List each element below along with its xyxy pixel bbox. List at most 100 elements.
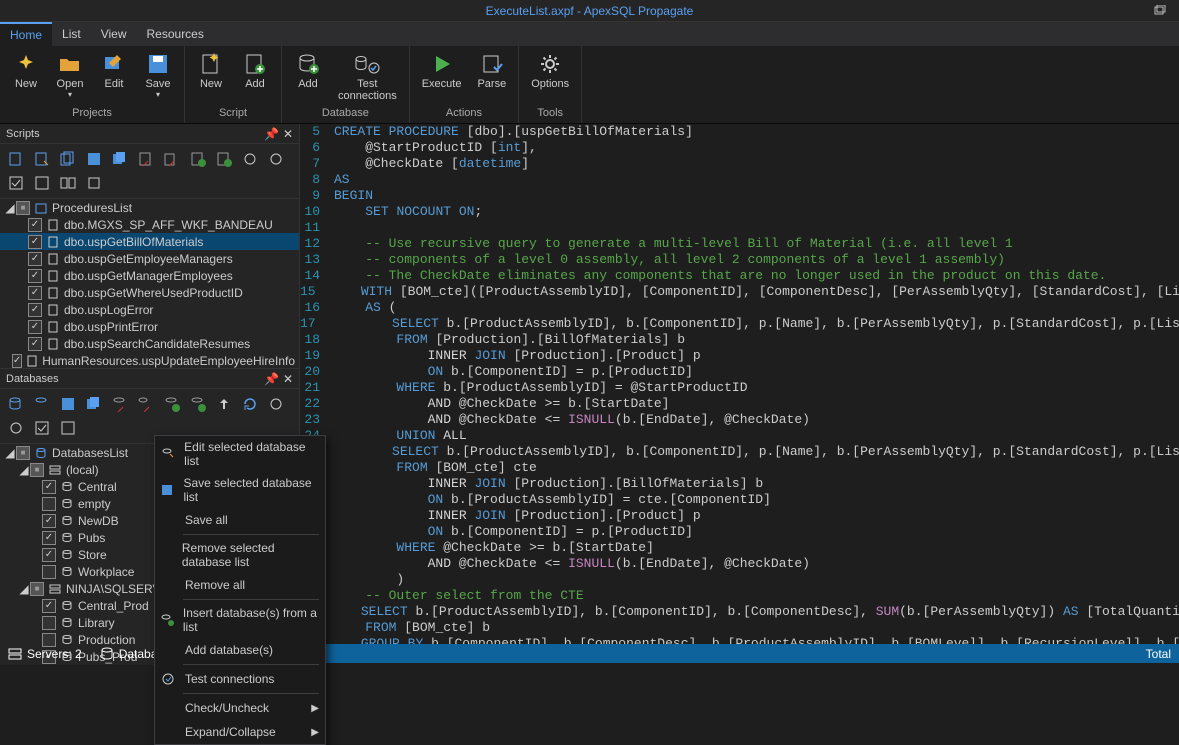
dbtn-7[interactable] (160, 393, 184, 415)
new-script-button[interactable]: New (189, 48, 233, 107)
tree-item[interactable]: dbo.uspSearchCandidateResumes (0, 335, 299, 352)
code-line[interactable]: 24 UNION ALL (300, 428, 1179, 444)
code-line[interactable]: 33 ) (300, 572, 1179, 588)
code-line[interactable]: 21 WHERE b.[ProductAssemblyID] = @StartP… (300, 380, 1179, 396)
tree-item[interactable]: dbo.uspGetWhereUsedProductID (0, 284, 299, 301)
new-project-button[interactable]: New (4, 48, 48, 107)
code-line[interactable]: 10 SET NOCOUNT ON; (300, 204, 1179, 220)
tree-item[interactable]: dbo.MGXS_SP_AFF_WKF_BANDEAU (0, 216, 299, 233)
code-line[interactable]: 36 FROM [BOM_cte] b (300, 620, 1179, 636)
tree-item[interactable]: dbo.uspPrintError (0, 318, 299, 335)
close-icon[interactable]: ✕ (283, 372, 293, 386)
tbtn-2[interactable] (30, 148, 54, 170)
dbtn-13[interactable] (30, 417, 54, 439)
dbtn-11[interactable] (264, 393, 288, 415)
tree-item[interactable]: dbo.uspGetBillOfMaterials (0, 233, 299, 250)
tree-root[interactable]: ◢ProceduresList (0, 199, 299, 216)
ctx-add[interactable]: Add database(s) (155, 638, 325, 662)
add-database-button[interactable]: Add (286, 48, 330, 107)
menu-home[interactable]: Home (0, 22, 52, 46)
code-line[interactable]: 22 AND @CheckDate >= b.[StartDate] (300, 396, 1179, 412)
code-editor[interactable]: 5CREATE PROCEDURE [dbo].[uspGetBillOfMat… (300, 124, 1179, 644)
ctx-expand[interactable]: Expand/Collapse▶ (155, 720, 325, 744)
tree-item[interactable]: dbo.uspGetManagerEmployees (0, 267, 299, 284)
code-line[interactable]: 30 ON b.[ComponentID] = p.[ProductID] (300, 524, 1179, 540)
code-line[interactable]: 37 GROUP BY b.[ComponentID], b.[Componen… (300, 636, 1179, 644)
tree-item[interactable]: HumanResources.uspUpdateEmployeeHireInfo (0, 352, 299, 368)
code-line[interactable]: 20 ON b.[ComponentID] = p.[ProductID] (300, 364, 1179, 380)
code-line[interactable]: 23 AND @CheckDate <= ISNULL(b.[EndDate],… (300, 412, 1179, 428)
code-line[interactable]: 15 WITH [BOM_cte]([ProductAssemblyID], [… (300, 284, 1179, 300)
tbtn-13[interactable] (30, 172, 54, 194)
code-line[interactable]: 11 (300, 220, 1179, 236)
code-line[interactable]: 28 ON b.[ProductAssemblyID] = cte.[Compo… (300, 492, 1179, 508)
tbtn-3[interactable] (56, 148, 80, 170)
parse-button[interactable]: Parse (469, 48, 514, 107)
dbtn-1[interactable] (4, 393, 28, 415)
dbtn-5[interactable] (108, 393, 132, 415)
tbtn-10[interactable] (238, 148, 262, 170)
menu-resources[interactable]: Resources (137, 22, 214, 46)
code-line[interactable]: 7 @CheckDate [datetime] (300, 156, 1179, 172)
dbtn-12[interactable] (4, 417, 28, 439)
tree-item[interactable]: dbo.uspLogError (0, 301, 299, 318)
test-connections-button[interactable]: Test connections (330, 48, 405, 107)
code-line[interactable]: 25 SELECT b.[ProductAssemblyID], b.[Comp… (300, 444, 1179, 460)
dbtn-6[interactable] (134, 393, 158, 415)
dbtn-2[interactable] (30, 393, 54, 415)
tbtn-12[interactable] (4, 172, 28, 194)
ctx-insert[interactable]: Insert database(s) from a list (155, 602, 325, 638)
code-line[interactable]: 29 INNER JOIN [Production].[Product] p (300, 508, 1179, 524)
tbtn-5[interactable] (108, 148, 132, 170)
tbtn-9[interactable] (212, 148, 236, 170)
tbtn-15[interactable] (82, 172, 106, 194)
code-line[interactable]: 32 AND @CheckDate <= ISNULL(b.[EndDate],… (300, 556, 1179, 572)
window-controls[interactable] (1153, 5, 1167, 17)
execute-button[interactable]: Execute (414, 48, 470, 107)
code-line[interactable]: 19 INNER JOIN [Production].[Product] p (300, 348, 1179, 364)
restore-icon[interactable] (1153, 5, 1167, 17)
dbtn-8[interactable] (186, 393, 210, 415)
ctx-save[interactable]: Save selected database list (155, 472, 325, 508)
dbtn-4[interactable] (82, 393, 106, 415)
code-line[interactable]: 18 FROM [Production].[BillOfMaterials] b (300, 332, 1179, 348)
pin-icon[interactable]: 📌 (264, 372, 279, 386)
menu-list[interactable]: List (52, 22, 91, 46)
tbtn-4[interactable] (82, 148, 106, 170)
ctx-removeall[interactable]: Remove all (155, 573, 325, 597)
code-line[interactable]: 9BEGIN (300, 188, 1179, 204)
code-line[interactable]: 6 @StartProductID [int], (300, 140, 1179, 156)
tbtn-11[interactable] (264, 148, 288, 170)
code-line[interactable]: 16 AS ( (300, 300, 1179, 316)
code-line[interactable]: 13 -- components of a level 0 assembly, … (300, 252, 1179, 268)
dbtn-3[interactable] (56, 393, 80, 415)
code-line[interactable]: 8AS (300, 172, 1179, 188)
code-line[interactable]: 14 -- The CheckDate eliminates any compo… (300, 268, 1179, 284)
ctx-check[interactable]: Check/Uncheck▶ (155, 696, 325, 720)
ctx-saveall[interactable]: Save all (155, 508, 325, 532)
ctx-edit[interactable]: Edit selected database list (155, 436, 325, 472)
code-line[interactable]: 27 INNER JOIN [Production].[BillOfMateri… (300, 476, 1179, 492)
code-line[interactable]: 34 -- Outer select from the CTE (300, 588, 1179, 604)
add-script-button[interactable]: Add (233, 48, 277, 107)
scripts-tree[interactable]: ◢ProceduresListdbo.MGXS_SP_AFF_WKF_BANDE… (0, 199, 299, 368)
pin-icon[interactable]: 📌 (264, 127, 279, 141)
code-line[interactable]: 17 SELECT b.[ProductAssemblyID], b.[Comp… (300, 316, 1179, 332)
dbtn-9[interactable] (212, 393, 236, 415)
tbtn-8[interactable] (186, 148, 210, 170)
dbtn-refresh[interactable] (238, 393, 262, 415)
ctx-test[interactable]: Test connections (155, 667, 325, 691)
tbtn-14[interactable] (56, 172, 80, 194)
dbtn-14[interactable] (56, 417, 80, 439)
tbtn-6[interactable] (134, 148, 158, 170)
tbtn-1[interactable] (4, 148, 28, 170)
menu-view[interactable]: View (91, 22, 137, 46)
edit-project-button[interactable]: Edit (92, 48, 136, 107)
code-line[interactable]: 26 FROM [BOM_cte] cte (300, 460, 1179, 476)
options-button[interactable]: Options (523, 48, 577, 107)
close-icon[interactable]: ✕ (283, 127, 293, 141)
tree-item[interactable]: dbo.uspGetEmployeeManagers (0, 250, 299, 267)
code-line[interactable]: 31 WHERE @CheckDate >= b.[StartDate] (300, 540, 1179, 556)
code-line[interactable]: 35 SELECT b.[ProductAssemblyID], b.[Comp… (300, 604, 1179, 620)
tbtn-7[interactable] (160, 148, 184, 170)
